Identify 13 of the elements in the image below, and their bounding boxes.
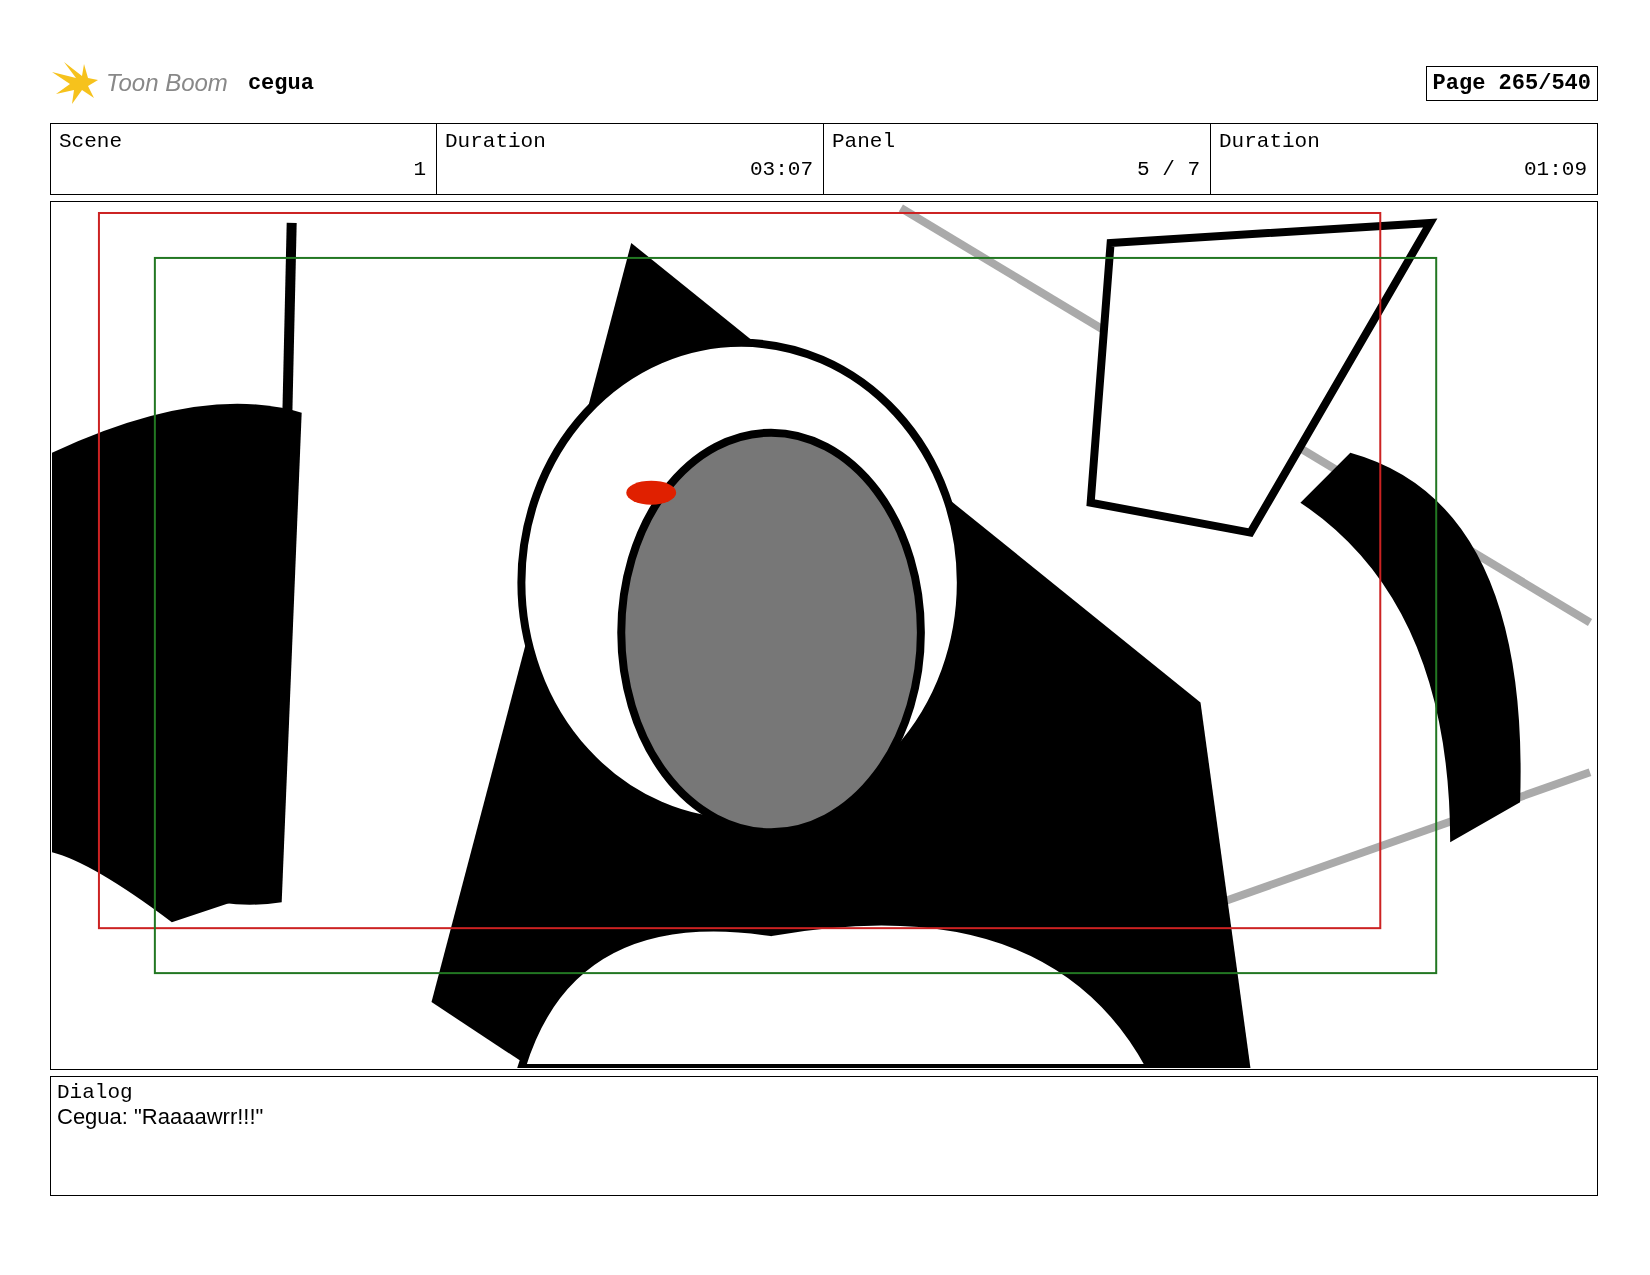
- info-value: 03:07: [749, 158, 813, 183]
- info-value: 01:09: [1523, 158, 1587, 183]
- project-name: cegua: [247, 70, 314, 96]
- dialog-label: Dialog: [57, 1081, 133, 1104]
- info-value: 1: [412, 158, 426, 183]
- info-label: Panel: [832, 130, 895, 155]
- page-number: Page 265/540: [1425, 65, 1598, 101]
- info-value: 5 / 7: [1136, 158, 1200, 183]
- info-label: Duration: [445, 130, 546, 155]
- dialog-text: Cegua: "Raaaawrr!!!": [57, 1104, 264, 1130]
- logo-text: Toon Boom: [106, 69, 228, 97]
- info-label: Duration: [1219, 130, 1320, 155]
- info-label: Scene: [59, 130, 122, 155]
